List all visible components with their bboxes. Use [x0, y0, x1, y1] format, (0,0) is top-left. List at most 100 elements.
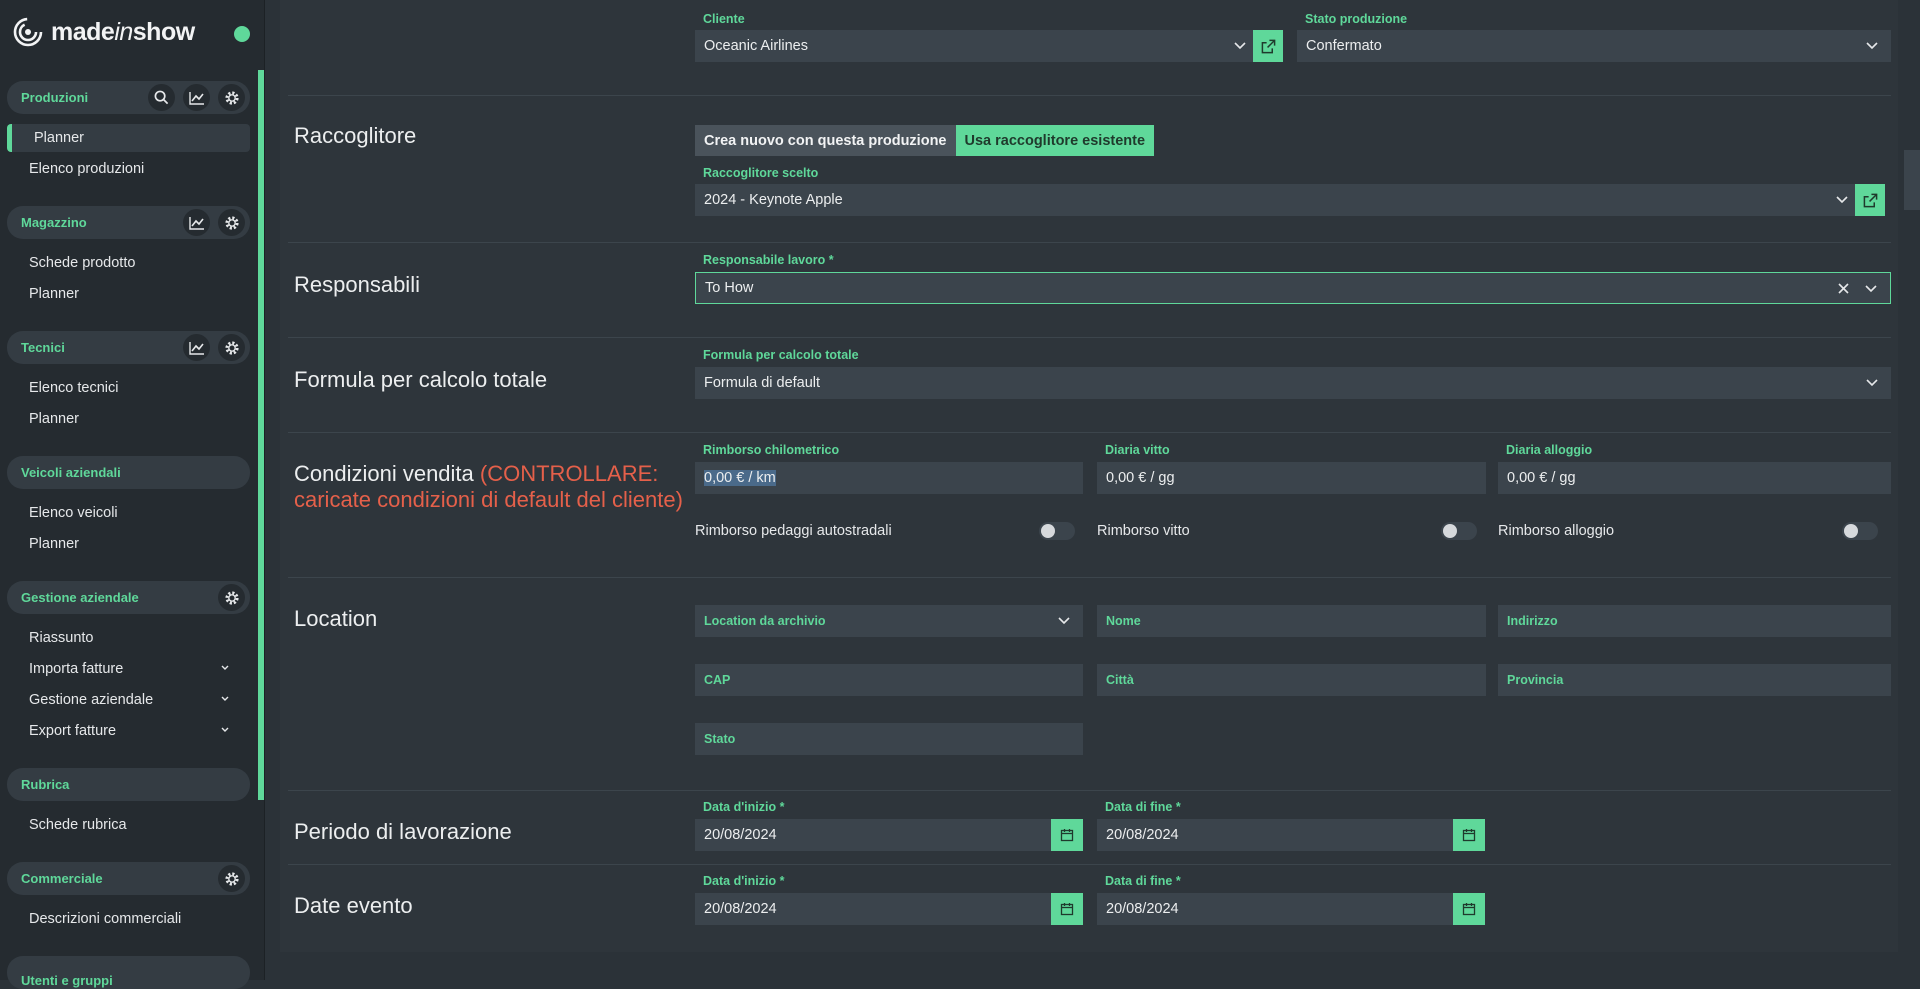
search-icon[interactable]	[148, 84, 175, 111]
section-formula: Formula per calcolo totale Formula per c…	[288, 338, 1891, 433]
chart-icon[interactable]	[183, 209, 210, 236]
sidebar-scrollbar[interactable]	[258, 70, 264, 800]
section-location: Location Location da archivio Nome Indir…	[288, 578, 1891, 791]
evento-start-input[interactable]: 20/08/2024	[695, 893, 1053, 925]
section-condizioni-vendita: Condizioni vendita (CONTROLLARE: caricat…	[288, 433, 1891, 578]
section-title: Formula per calcolo totale	[294, 367, 548, 392]
section-title: Raccoglitore	[294, 123, 417, 148]
sidebar-item-schede-prodotto[interactable]: Schede prodotto	[7, 249, 250, 277]
chevron-down-icon	[1058, 617, 1070, 625]
responsabile-lavoro-select[interactable]: To How	[695, 272, 1891, 304]
main-scrollbar[interactable]	[1904, 150, 1920, 210]
sidebar-item-descrizioni-commerciali[interactable]: Descrizioni commerciali	[7, 905, 250, 933]
open-raccoglitore-button[interactable]	[1855, 184, 1885, 216]
section-title: Condizioni vendita (CONTROLLARE: caricat…	[294, 461, 683, 512]
formula-select[interactable]: Formula di default	[695, 367, 1891, 399]
section-raccoglitore: Raccoglitore Crea nuovo con questa produ…	[288, 96, 1891, 243]
gear-icon[interactable]	[218, 209, 245, 236]
diaria-vitto-label: Diaria vitto	[1105, 443, 1170, 457]
location-provincia-input[interactable]: Provincia	[1498, 664, 1891, 696]
chart-icon[interactable]	[183, 334, 210, 361]
raccoglitore-mode-toggle[interactable]: Crea nuovo con questa produzione Usa rac…	[695, 125, 1155, 156]
group-title: Rubrica	[21, 777, 70, 792]
group-utenti-e-gruppi[interactable]: Utenti e gruppi	[7, 956, 250, 989]
section-responsabili: Responsabili Responsabile lavoro * To Ho…	[288, 243, 1891, 338]
location-stato-input[interactable]: Stato	[695, 723, 1083, 755]
gear-icon[interactable]	[218, 84, 245, 111]
sidebar-item-gestione-aziendale[interactable]: Gestione aziendale	[7, 686, 250, 714]
group-title: Veicoli aziendali	[21, 465, 121, 480]
warning-text: (CONTROLLARE:	[479, 461, 659, 486]
clear-icon[interactable]	[1837, 282, 1850, 295]
sidebar-item-planner-tecnici[interactable]: Planner	[7, 405, 250, 433]
sidebar-item-planner-veicoli[interactable]: Planner	[7, 530, 250, 558]
rimborso-km-input[interactable]: 0,00 € / km	[695, 462, 1083, 494]
sidebar-item-elenco-produzioni[interactable]: Elenco produzioni	[7, 155, 250, 183]
location-cap-input[interactable]: CAP	[695, 664, 1083, 696]
diaria-vitto-input[interactable]: 0,00 € / gg	[1097, 462, 1486, 494]
sidebar-item-elenco-veicoli[interactable]: Elenco veicoli	[7, 499, 250, 527]
chevron-down-icon	[1865, 285, 1877, 293]
evento-start-label: Data d'inizio *	[703, 874, 785, 888]
periodo-end-calendar-button[interactable]	[1453, 819, 1485, 851]
group-title: Produzioni	[21, 90, 89, 105]
evento-end-input[interactable]: 20/08/2024	[1097, 893, 1455, 925]
raccoglitore-select[interactable]: 2024 - Keynote Apple	[695, 184, 1861, 216]
raccoglitore-scelto-label: Raccoglitore scelto	[703, 166, 819, 180]
group-veicoli-aziendali[interactable]: Veicoli aziendali	[7, 456, 250, 489]
location-nome-input[interactable]: Nome	[1097, 605, 1486, 637]
evento-end-label: Data di fine *	[1105, 874, 1181, 888]
sidebar-item-riassunto[interactable]: Riassunto	[7, 624, 250, 652]
group-title: Gestione aziendale	[21, 590, 139, 605]
location-archivio-select[interactable]: Location da archivio	[695, 605, 1083, 637]
sidebar-item-export-fatture[interactable]: Export fatture	[7, 717, 250, 745]
section-title: Responsabili	[294, 272, 420, 297]
cliente-select[interactable]: Oceanic Airlines	[695, 30, 1259, 62]
chevron-down-icon	[1836, 196, 1848, 204]
section-title: Date evento	[294, 893, 413, 918]
sidebar-item-elenco-tecnici[interactable]: Elenco tecnici	[7, 374, 250, 402]
location-indirizzo-input[interactable]: Indirizzo	[1498, 605, 1891, 637]
cliente-label: Cliente	[703, 12, 745, 26]
toggle-alloggio-label: Rimborso alloggio	[1498, 523, 1615, 539]
evento-start-calendar-button[interactable]	[1051, 893, 1083, 925]
sidebar-item-planner-magazzino[interactable]: Planner	[7, 280, 250, 308]
option-usa-esistente[interactable]: Usa raccoglitore esistente	[955, 125, 1155, 156]
calendar-icon	[1462, 903, 1476, 916]
periodo-start-calendar-button[interactable]	[1051, 819, 1083, 851]
external-link-icon	[1261, 39, 1275, 53]
sidebar-item-schede-rubrica[interactable]: Schede rubrica	[7, 811, 250, 839]
toggle-alloggio[interactable]	[1842, 522, 1878, 540]
group-rubrica[interactable]: Rubrica	[7, 768, 250, 801]
group-magazzino[interactable]: Magazzino	[7, 206, 250, 239]
stato-produzione-label: Stato produzione	[1305, 12, 1408, 26]
open-cliente-button[interactable]	[1253, 30, 1283, 62]
option-crea-nuovo[interactable]: Crea nuovo con questa produzione	[695, 125, 956, 156]
diaria-alloggio-input[interactable]: 0,00 € / gg	[1498, 462, 1891, 494]
toggle-pedaggi[interactable]	[1039, 522, 1075, 540]
section-periodo-lavorazione: Periodo di lavorazione Data d'inizio * 2…	[288, 791, 1891, 865]
toggle-vitto[interactable]	[1441, 522, 1477, 540]
diaria-alloggio-label: Diaria alloggio	[1506, 443, 1593, 457]
group-tecnici[interactable]: Tecnici	[7, 331, 250, 364]
evento-end-calendar-button[interactable]	[1453, 893, 1485, 925]
periodo-end-label: Data di fine *	[1105, 800, 1181, 814]
periodo-start-input[interactable]: 20/08/2024	[695, 819, 1053, 851]
stato-produzione-select[interactable]: Confermato	[1297, 30, 1891, 62]
group-produzioni[interactable]: Produzioni	[7, 81, 250, 114]
chart-icon[interactable]	[183, 84, 210, 111]
brand-logo[interactable]: madeinshow	[13, 17, 195, 47]
toggle-pedaggi-label: Rimborso pedaggi autostradali	[695, 523, 892, 539]
group-commerciale[interactable]: Commerciale	[7, 862, 250, 895]
sidebar-item-planner[interactable]: Planner	[7, 124, 250, 152]
group-gestione-aziendale[interactable]: Gestione aziendale	[7, 581, 250, 614]
periodo-end-input[interactable]: 20/08/2024	[1097, 819, 1455, 851]
calendar-icon	[1060, 903, 1074, 916]
external-link-icon	[1863, 193, 1877, 207]
gear-icon[interactable]	[218, 334, 245, 361]
gear-icon[interactable]	[218, 584, 245, 611]
location-citta-input[interactable]: Città	[1097, 664, 1486, 696]
gear-icon[interactable]	[218, 865, 245, 892]
brand-name: madeinshow	[51, 17, 195, 46]
sidebar-item-importa-fatture[interactable]: Importa fatture	[7, 655, 250, 683]
